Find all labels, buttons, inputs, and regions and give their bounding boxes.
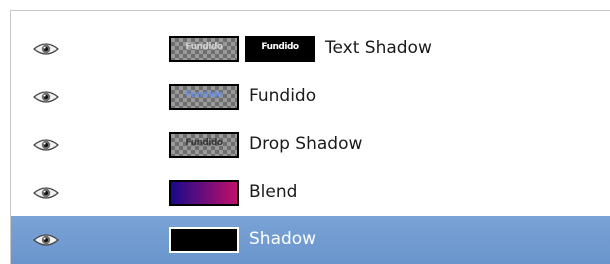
layer-label: Blend bbox=[249, 182, 298, 202]
layer-thumbnail-solid bbox=[169, 227, 239, 253]
layer-label: Shadow bbox=[249, 229, 317, 249]
eye-icon[interactable] bbox=[33, 185, 59, 201]
panel-top-border bbox=[10, 10, 610, 11]
layer-thumbnail-drop-shadow: Fundido bbox=[169, 132, 239, 158]
layer-thumbnail-text-effect: Fundido bbox=[169, 36, 239, 62]
layer-thumbnail-text: Fundido bbox=[169, 84, 239, 110]
eye-icon[interactable] bbox=[33, 89, 59, 105]
layer-row-fundido[interactable]: Fundido Fundido bbox=[11, 73, 610, 121]
thumbnail-text: Fundido bbox=[185, 138, 223, 148]
thumbnail-text: Fundido bbox=[185, 42, 223, 52]
layer-mask-thumbnail: Fundido bbox=[245, 36, 315, 62]
thumbnail-text: Fundido bbox=[261, 42, 299, 52]
layer-row-shadow[interactable]: Shadow bbox=[11, 216, 610, 264]
layer-label: Fundido bbox=[249, 86, 317, 106]
layer-row-text-shadow[interactable]: Fundido Fundido Text Shadow bbox=[11, 25, 610, 73]
layer-row-blend[interactable]: Blend bbox=[11, 169, 610, 217]
layer-label: Text Shadow bbox=[325, 38, 432, 58]
eye-icon[interactable] bbox=[33, 41, 59, 57]
thumbnail-text: Fundido bbox=[185, 90, 223, 100]
eye-icon[interactable] bbox=[33, 137, 59, 153]
layer-label: Drop Shadow bbox=[249, 134, 363, 154]
eye-icon[interactable] bbox=[33, 232, 59, 248]
layer-row-drop-shadow[interactable]: Fundido Drop Shadow bbox=[11, 121, 610, 169]
layer-thumbnail-gradient bbox=[169, 180, 239, 206]
layers-panel: Fundido Fundido Text Shadow Fundido Fund… bbox=[0, 0, 610, 264]
